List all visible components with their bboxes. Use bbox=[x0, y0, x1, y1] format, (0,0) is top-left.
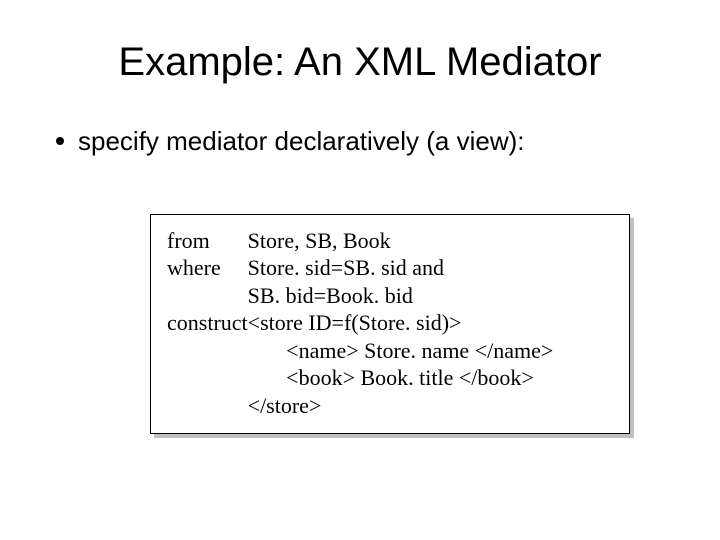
bullet-text: specify mediator declaratively (a view): bbox=[78, 125, 525, 159]
construct-line-4: </store> bbox=[248, 392, 554, 420]
keyword-from: from bbox=[167, 227, 248, 255]
code-row-where-2: SB. bid=Book. bid bbox=[167, 282, 553, 310]
keyword-construct: construct bbox=[167, 309, 248, 337]
construct-line-2: <name> Store. name </name> bbox=[248, 337, 554, 365]
where-clause-2: SB. bid=Book. bid bbox=[248, 282, 554, 310]
where-clause-1: Store. sid=SB. sid and bbox=[248, 254, 554, 282]
keyword-blank-2 bbox=[167, 337, 248, 365]
slide-title: Example: An XML Mediator bbox=[50, 40, 670, 85]
construct-line-1: <store ID=f(Store. sid)> bbox=[248, 309, 554, 337]
construct-line-3: <book> Book. title </book> bbox=[248, 364, 554, 392]
keyword-blank-1 bbox=[167, 282, 248, 310]
code-row-construct-1: construct <store ID=f(Store. sid)> bbox=[167, 309, 553, 337]
code-box: from Store, SB, Book where Store. sid=SB… bbox=[150, 214, 630, 435]
keyword-where: where bbox=[167, 254, 248, 282]
slide: Example: An XML Mediator specify mediato… bbox=[0, 0, 720, 540]
code-row-construct-4: </store> bbox=[167, 392, 553, 420]
code-table: from Store, SB, Book where Store. sid=SB… bbox=[167, 227, 553, 420]
keyword-blank-4 bbox=[167, 392, 248, 420]
code-box-content: from Store, SB, Book where Store. sid=SB… bbox=[150, 214, 630, 435]
code-row-construct-3: <book> Book. title </book> bbox=[167, 364, 553, 392]
code-row-from: from Store, SB, Book bbox=[167, 227, 553, 255]
code-row-where-1: where Store. sid=SB. sid and bbox=[167, 254, 553, 282]
keyword-blank-3 bbox=[167, 364, 248, 392]
bullet-item: specify mediator declaratively (a view): bbox=[56, 125, 670, 159]
code-row-construct-2: <name> Store. name </name> bbox=[167, 337, 553, 365]
from-clause: Store, SB, Book bbox=[248, 227, 554, 255]
bullet-dot-icon bbox=[56, 137, 64, 145]
